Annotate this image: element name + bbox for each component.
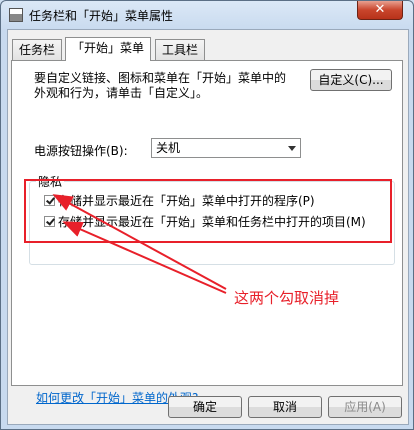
- title-bar[interactable]: 任务栏和「开始」菜单属性 ✕: [1, 1, 413, 29]
- apply-button[interactable]: 应用(A): [328, 396, 402, 418]
- annotation-text: 这两个勾取消掉: [234, 289, 340, 307]
- taskbar-icon: [9, 8, 23, 22]
- arrow-to-option2: [62, 221, 227, 294]
- ok-button[interactable]: 确定: [168, 396, 242, 418]
- tab-start-menu[interactable]: 「开始」菜单: [65, 37, 152, 61]
- close-button[interactable]: ✕: [357, 1, 403, 20]
- close-icon: ✕: [374, 2, 386, 17]
- cancel-button[interactable]: 取消: [248, 396, 322, 418]
- arrow-to-option1: [52, 194, 227, 290]
- window-title: 任务栏和「开始」菜单属性: [29, 9, 174, 23]
- dialog-client: 任务栏 「开始」菜单 工具栏 要自定义链接、图标和菜单在「开始」菜单中的外观和行…: [7, 29, 409, 425]
- properties-window: 任务栏和「开始」菜单属性 ✕ 任务栏 「开始」菜单 工具栏 要自定义链接、图标和…: [0, 0, 414, 430]
- tab-taskbar[interactable]: 任务栏: [12, 39, 63, 60]
- annotation-arrows: [52, 194, 227, 294]
- start-menu-panel: 要自定义链接、图标和菜单在「开始」菜单中的外观和行为，请单击「自定义」。 自定义…: [11, 60, 403, 405]
- tab-toolbars[interactable]: 工具栏: [155, 39, 206, 60]
